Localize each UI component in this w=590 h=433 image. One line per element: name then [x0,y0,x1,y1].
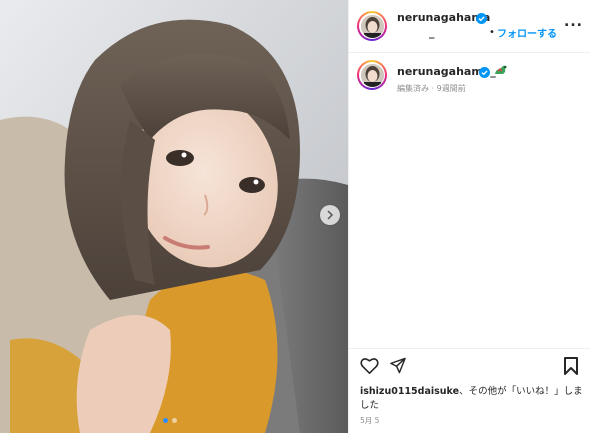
post-date[interactable]: 5月 5 [360,415,379,426]
follow-button[interactable]: フォローする [497,25,557,40]
bookmark-icon[interactable] [564,357,578,375]
share-icon[interactable] [389,357,407,374]
caption-avatar[interactable] [357,60,387,90]
instagram-post: nerunagahama _ • フォローする ... nerunagahama… [0,0,590,433]
post-header: nerunagahama _ • フォローする ... [349,0,590,53]
carousel-dot-active [163,418,168,423]
likes-summary: ishizu0115daisuke、その他が「いいね！」しました [360,385,586,413]
carousel-next-button[interactable] [320,205,340,225]
caption-meta: 編集済み · 9週間前 [397,84,466,93]
more-options-icon[interactable]: ... [564,14,583,30]
avatar-photo [360,14,384,38]
chevron-right-icon [327,210,334,220]
avatar-photo [360,63,384,87]
author-avatar[interactable] [357,11,387,41]
dinosaur-emoji-icon [495,65,507,74]
heart-icon[interactable] [360,357,379,374]
carousel-indicators [163,418,177,423]
carousel-dot [172,418,177,423]
photo-illustration [0,0,348,433]
verified-badge-icon [479,67,490,78]
author-username-suffix[interactable]: _ [429,26,435,39]
liker-username[interactable]: ishizu0115daisuke [360,386,459,397]
separator-dot: • [489,27,495,38]
post-photo[interactable] [0,0,348,433]
post-side-panel: nerunagahama _ • フォローする ... nerunagahama… [348,0,590,433]
actions-divider [349,348,590,349]
verified-badge-icon [476,13,487,24]
